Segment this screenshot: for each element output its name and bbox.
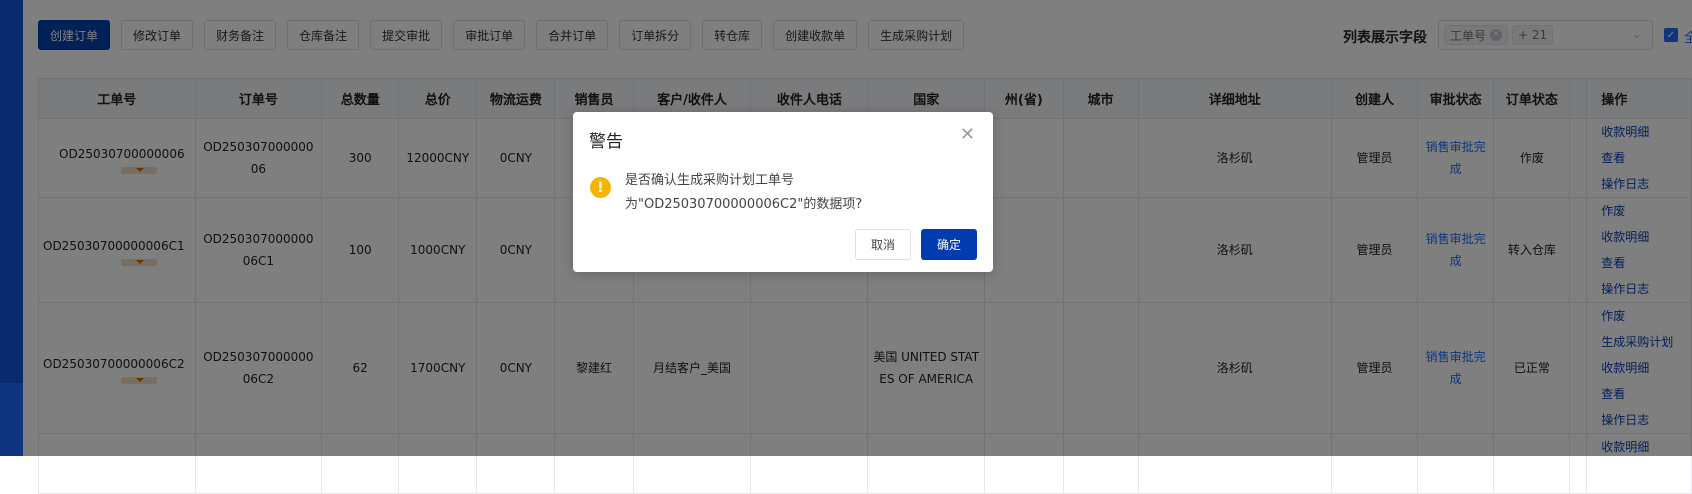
warning-dialog: 警告 ✕ ! 是否确认生成采购计划工单号 为"OD25030700000006C… bbox=[573, 112, 993, 272]
dialog-message: 是否确认生成采购计划工单号 为"OD25030700000006C2"的数据项? bbox=[625, 169, 862, 217]
cancel-button[interactable]: 取消 bbox=[855, 229, 911, 260]
dialog-message-line2: 为"OD25030700000006C2"的数据项? bbox=[625, 197, 863, 212]
dialog-message-line1: 是否确认生成采购计划工单号 bbox=[625, 173, 795, 188]
dialog-title: 警告 bbox=[589, 132, 623, 152]
confirm-button[interactable]: 确定 bbox=[921, 229, 977, 260]
warning-icon: ! bbox=[590, 177, 611, 198]
close-icon[interactable]: ✕ bbox=[960, 124, 975, 145]
